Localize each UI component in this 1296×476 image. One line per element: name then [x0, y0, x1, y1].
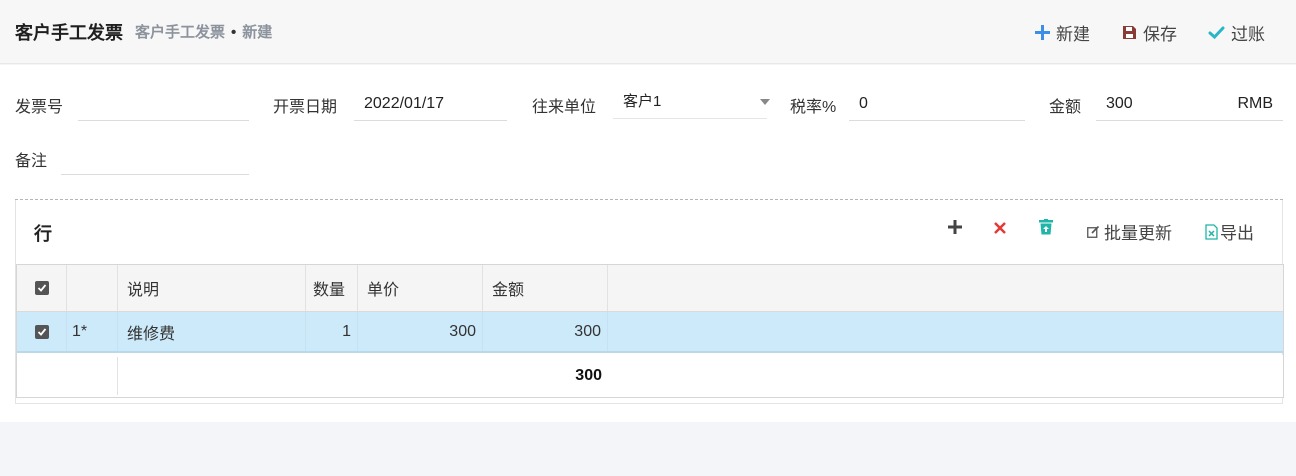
- checkbox-checked-icon: [34, 281, 49, 295]
- table-footer: 300: [17, 355, 1283, 397]
- remark-label: 备注: [15, 153, 48, 170]
- batch-update-label: 批量更新: [1104, 224, 1172, 243]
- checkbox-checked-icon: [34, 324, 49, 339]
- footer-total: 300: [575, 367, 602, 384]
- breadcrumb-separator: •: [231, 24, 237, 41]
- partner-value: 客户1: [623, 93, 662, 110]
- lines-title: 行: [34, 224, 52, 244]
- plus-icon: [948, 219, 962, 239]
- header-amount[interactable]: 金额: [483, 265, 608, 311]
- partner-label: 往来单位: [532, 99, 597, 116]
- row-amount[interactable]: 300: [483, 312, 608, 351]
- select-all-checkbox[interactable]: [17, 265, 67, 311]
- new-button[interactable]: 新建: [1035, 20, 1090, 45]
- save-button-label: 保存: [1143, 25, 1177, 44]
- tax-field[interactable]: 0: [849, 87, 1025, 121]
- save-button[interactable]: 保存: [1122, 20, 1177, 45]
- lines-table: 说明 数量 单价 金额 1* 维修费 1 300 300 300: [16, 264, 1284, 398]
- table-row[interactable]: 1* 维修费 1 300 300: [17, 312, 1283, 353]
- excel-file-icon: [1205, 223, 1218, 240]
- breadcrumb: 客户手工发票 • 新建: [135, 21, 272, 42]
- date-label: 开票日期: [273, 99, 338, 116]
- row-price[interactable]: 300: [358, 312, 483, 351]
- header-index: [67, 265, 118, 311]
- export-button[interactable]: 导出: [1205, 219, 1254, 244]
- tax-value: 0: [859, 95, 868, 112]
- header-qty[interactable]: 数量: [306, 265, 358, 311]
- row-index: 1*: [67, 312, 118, 351]
- page-background: [0, 422, 1296, 476]
- post-button[interactable]: 过账: [1208, 20, 1265, 45]
- amount-value: 300: [1106, 95, 1133, 112]
- top-bar: 客户手工发票 客户手工发票 • 新建 新建 保存 过账: [0, 0, 1296, 64]
- close-icon: [994, 219, 1006, 239]
- currency-suffix: RMB: [1237, 95, 1273, 112]
- partner-select[interactable]: 客户1: [613, 85, 767, 119]
- post-button-label: 过账: [1231, 25, 1265, 44]
- header-desc[interactable]: 说明: [118, 265, 306, 311]
- breadcrumb-current: 新建: [242, 24, 273, 41]
- tax-label: 税率%: [790, 99, 837, 116]
- row-desc[interactable]: 维修费: [118, 312, 306, 351]
- breadcrumb-parent[interactable]: 客户手工发票: [135, 24, 225, 41]
- batch-update-button[interactable]: 批量更新: [1087, 219, 1172, 244]
- date-value: 2022/01/17: [364, 95, 445, 112]
- chevron-down-icon[interactable]: [760, 99, 770, 105]
- check-icon: [1208, 25, 1225, 40]
- page-title: 客户手工发票: [15, 23, 123, 43]
- header-price[interactable]: 单价: [358, 265, 483, 311]
- amount-label: 金额: [1049, 99, 1082, 116]
- clear-lines-button[interactable]: [1039, 219, 1053, 240]
- form-area: 发票号 开票日期 2022/01/17 往来单位 客户1 税率% 0 金额 30…: [0, 65, 1296, 422]
- invoice-no-label: 发票号: [15, 99, 64, 116]
- add-line-button[interactable]: [948, 219, 962, 239]
- footer-spacer: [17, 357, 118, 395]
- plus-icon: [1035, 25, 1050, 40]
- floppy-disk-icon: [1122, 25, 1137, 40]
- edit-icon: [1087, 225, 1100, 238]
- invoice-no-field[interactable]: [78, 87, 249, 121]
- export-label: 导出: [1220, 224, 1254, 243]
- trash-icon: [1039, 219, 1053, 240]
- table-header: 说明 数量 单价 金额: [17, 265, 1283, 312]
- remark-field[interactable]: [61, 141, 249, 175]
- new-button-label: 新建: [1056, 25, 1090, 44]
- date-field[interactable]: 2022/01/17: [354, 87, 507, 121]
- amount-field[interactable]: 300 RMB: [1096, 87, 1283, 121]
- row-checkbox[interactable]: [17, 312, 67, 351]
- row-qty[interactable]: 1: [306, 312, 358, 351]
- delete-line-button[interactable]: [994, 219, 1006, 239]
- lines-panel: 行 批量更新 导出 说明 数量 单价 金额 1* 维修费 1 300 300 3…: [15, 200, 1284, 404]
